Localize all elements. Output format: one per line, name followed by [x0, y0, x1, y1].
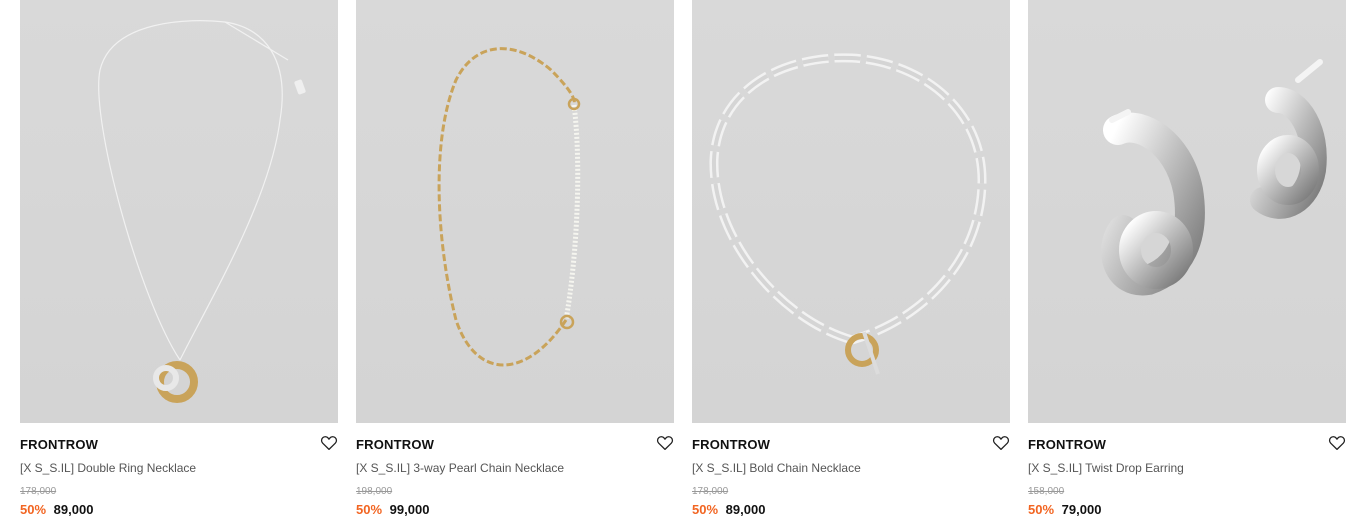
brand-name[interactable]: FRONTROW: [356, 437, 434, 452]
twist-drop-earring-illustration: [1101, 59, 1327, 296]
price-line: 50% 89,000: [20, 502, 93, 517]
price-line: 50% 99,000: [356, 502, 429, 517]
product-card[interactable]: FRONTROW [X S_S.IL] Double Ring Necklace…: [20, 0, 338, 527]
product-name[interactable]: [X S_S.IL] 3-way Pearl Chain Necklace: [356, 461, 564, 475]
pearl-chain-necklace-illustration: [437, 47, 581, 367]
discount-rate: 50%: [356, 502, 383, 517]
product-grid: FRONTROW [X S_S.IL] Double Ring Necklace…: [0, 0, 1349, 527]
discount-rate: 50%: [692, 502, 719, 517]
product-name[interactable]: [X S_S.IL] Double Ring Necklace: [20, 461, 196, 475]
product-image-bold-chain-necklace[interactable]: [692, 0, 1010, 423]
product-card[interactable]: FRONTROW [X S_S.IL] Twist Drop Earring 1…: [1028, 0, 1346, 527]
price-line: 50% 79,000: [1028, 502, 1101, 517]
original-price: 158,000: [1028, 486, 1065, 497]
sale-price: 99,000: [389, 502, 430, 517]
sale-price: 89,000: [53, 502, 94, 517]
discount-rate: 50%: [1028, 502, 1055, 517]
product-card[interactable]: FRONTROW [X S_S.IL] 3-way Pearl Chain Ne…: [356, 0, 674, 527]
original-price: 178,000: [692, 486, 729, 497]
sale-price: 79,000: [1061, 502, 1102, 517]
heart-outline-icon[interactable]: [320, 434, 338, 452]
original-price: 198,000: [356, 486, 393, 497]
heart-outline-icon[interactable]: [1328, 434, 1346, 452]
sale-price: 89,000: [725, 502, 766, 517]
product-name[interactable]: [X S_S.IL] Bold Chain Necklace: [692, 461, 861, 475]
heart-outline-icon[interactable]: [656, 434, 674, 452]
product-image-pearl-chain-necklace[interactable]: [356, 0, 674, 423]
brand-name[interactable]: FRONTROW: [1028, 437, 1106, 452]
product-name[interactable]: [X S_S.IL] Twist Drop Earring: [1028, 461, 1184, 475]
product-card[interactable]: FRONTROW [X S_S.IL] Bold Chain Necklace …: [692, 0, 1010, 527]
double-ring-necklace-illustration: [98, 20, 306, 403]
product-image-double-ring-necklace[interactable]: [20, 0, 338, 423]
product-image-twist-drop-earring[interactable]: [1028, 0, 1346, 423]
bold-chain-necklace-illustration: [709, 53, 987, 375]
brand-name[interactable]: FRONTROW: [20, 437, 98, 452]
brand-name[interactable]: FRONTROW: [692, 437, 770, 452]
original-price: 178,000: [20, 486, 57, 497]
price-line: 50% 89,000: [692, 502, 765, 517]
heart-outline-icon[interactable]: [992, 434, 1010, 452]
discount-rate: 50%: [20, 502, 47, 517]
